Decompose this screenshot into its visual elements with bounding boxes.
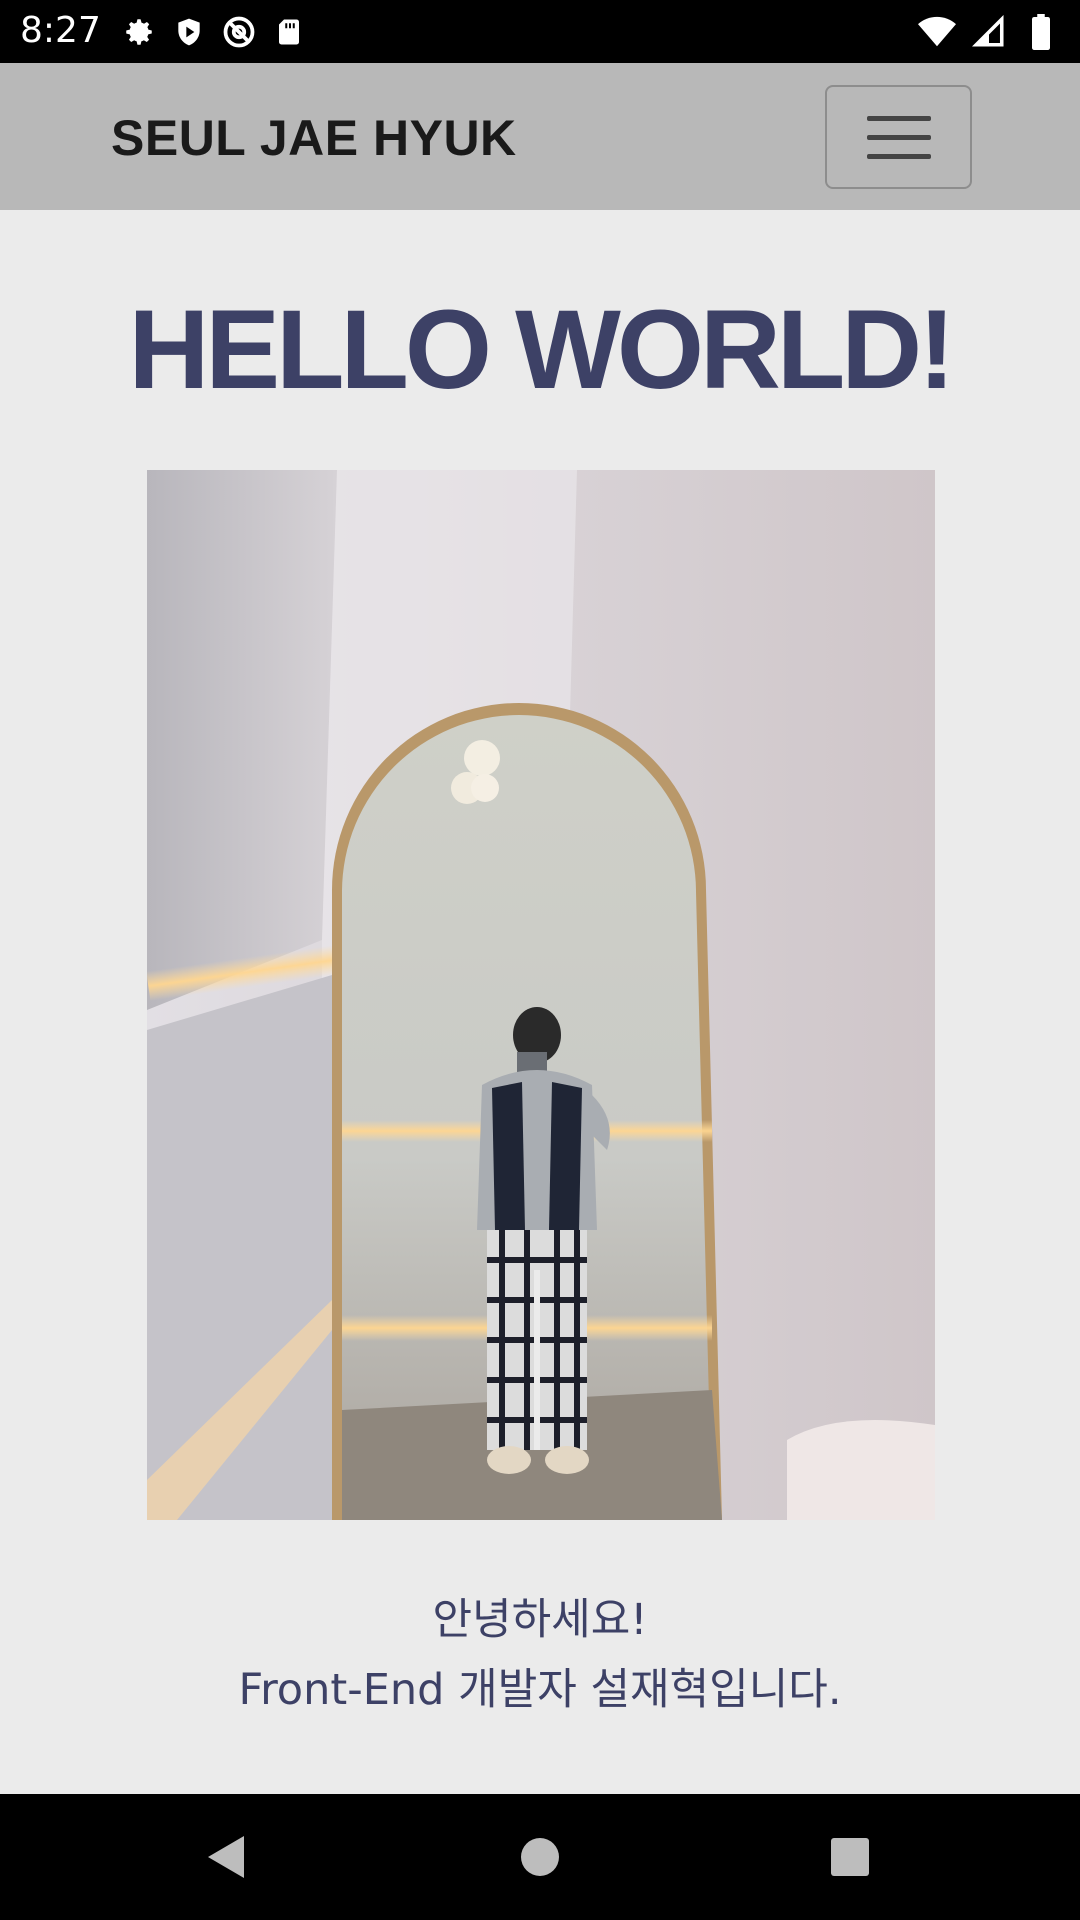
intro-role: Front-End 개발자 설재혁입니다. bbox=[238, 1665, 842, 1715]
wifi-icon bbox=[918, 13, 956, 51]
status-time: 8:27 bbox=[20, 10, 101, 51]
shield-play-icon bbox=[170, 13, 208, 51]
settings-icon bbox=[120, 13, 158, 51]
battery-icon bbox=[1022, 13, 1060, 51]
recents-square-icon[interactable] bbox=[815, 1822, 885, 1892]
navbar: SEUL JAE HYUK bbox=[0, 63, 1080, 210]
status-bar: 8:27 bbox=[0, 0, 1080, 63]
brand-logo[interactable]: SEUL JAE HYUK bbox=[111, 108, 517, 168]
intro-greeting: 안녕하세요! bbox=[432, 1595, 648, 1645]
sd-card-icon bbox=[270, 13, 308, 51]
intro-text: 안녕하세요! Front-End 개발자 설재혁입니다. bbox=[0, 1585, 1080, 1725]
menu-toggle-button[interactable] bbox=[825, 85, 972, 189]
profile-photo bbox=[147, 470, 935, 1520]
system-nav-bar bbox=[0, 1794, 1080, 1920]
no-sync-icon bbox=[220, 13, 258, 51]
signal-icon bbox=[970, 13, 1008, 51]
hamburger-menu-icon bbox=[866, 115, 931, 121]
page-title: HELLO WORLD! bbox=[128, 287, 956, 412]
home-circle-icon[interactable] bbox=[505, 1822, 575, 1892]
back-triangle-icon[interactable] bbox=[190, 1822, 260, 1892]
